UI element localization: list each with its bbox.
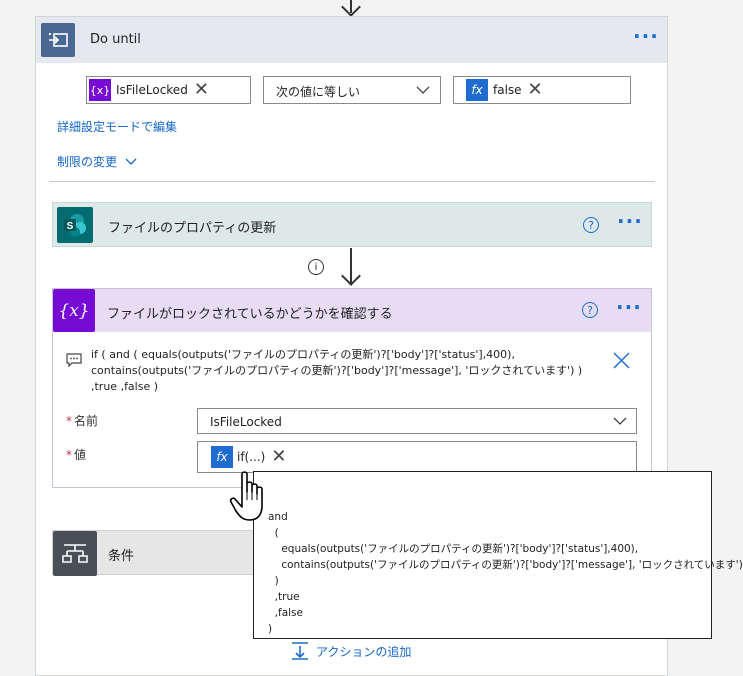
condition-title: 条件 [108, 549, 135, 564]
tooltip-line: contains(outputs('ファイルのプロパティの更新')?['body… [268, 559, 743, 571]
operator-dropdown[interactable]: 次の値に等しい [263, 76, 441, 104]
variable-name-dropdown[interactable]: IsFileLocked [197, 408, 637, 434]
sharepoint-icon: S [57, 207, 93, 243]
remove-token-icon[interactable]: ✕ [271, 448, 286, 466]
token-label[interactable]: if(...) [233, 450, 271, 464]
add-action-icon [292, 642, 308, 660]
more-options-icon[interactable]: ··· [633, 24, 659, 48]
comment-text[interactable]: if ( and ( equals(outputs('ファイルのプロパティの更新… [91, 347, 601, 395]
sharepoint-action-card[interactable]: S ファイルのプロパティの更新 ? ··· [52, 202, 652, 247]
tooltip-line: ,false [268, 607, 303, 619]
condition-right-input[interactable]: fx false ✕ [453, 76, 631, 104]
condition-left-input[interactable]: {x} IsFileLocked ✕ [86, 76, 251, 104]
tooltip-line: ) [268, 623, 273, 635]
svg-text:S: S [67, 221, 74, 232]
set-variable-header[interactable]: {x} ファイルがロックされているかどうかを確認する ? ··· [53, 289, 651, 332]
token-label: false [493, 83, 522, 97]
chevron-down-icon [416, 86, 430, 94]
add-action-label: アクションの追加 [316, 644, 412, 659]
expression-icon: fx [211, 446, 233, 468]
tooltip-line: ( [268, 527, 279, 539]
comment-line: ,true ,false ) [91, 380, 159, 393]
comment-icon [66, 353, 82, 367]
advanced-mode-link[interactable]: 詳細設定モードで編集 [57, 118, 177, 135]
tooltip-line: ,true [268, 591, 300, 603]
tooltip-text: and ( equals(outputs('ファイルのプロパティの更新')?['… [268, 509, 743, 637]
expression-tooltip: and ( equals(outputs('ファイルのプロパティの更新')?['… [253, 471, 743, 639]
comment-line: if ( and ( equals(outputs('ファイルのプロパティの更新… [91, 348, 515, 361]
comment-line: contains(outputs('ファイルのプロパティの更新')?['body… [91, 364, 583, 377]
chevron-down-icon [613, 417, 627, 425]
tooltip-line: and [268, 511, 288, 523]
arrow-down-icon [341, 0, 361, 17]
condition-action-card[interactable]: 条件 [52, 530, 272, 576]
info-icon[interactable]: i [308, 259, 324, 275]
remove-token-icon[interactable]: ✕ [194, 81, 209, 99]
help-icon[interactable]: ? [583, 217, 599, 233]
more-options-icon[interactable]: ··· [617, 209, 643, 233]
tooltip-line: ) [268, 575, 279, 587]
do-until-title: Do until [90, 32, 141, 47]
more-options-icon[interactable]: ··· [616, 295, 642, 319]
variable-name-value: IsFileLocked [210, 415, 282, 429]
help-icon[interactable]: ? [582, 302, 598, 318]
variable-value-input[interactable]: fx if(...) ✕ [197, 441, 637, 473]
do-until-icon [41, 23, 75, 57]
value-label: * 値 [66, 448, 87, 462]
change-limits-label: 制限の変更 [57, 155, 118, 169]
variable-icon: {x} [89, 79, 111, 101]
sharepoint-action-title: ファイルのプロパティの更新 [108, 221, 277, 236]
do-until-header[interactable]: Do until ··· [36, 17, 667, 63]
chevron-down-icon [125, 158, 137, 165]
close-comment-icon[interactable] [613, 352, 630, 369]
name-label: * 名前 [66, 414, 99, 428]
add-action-button[interactable]: アクションの追加 [290, 641, 411, 661]
condition-icon [53, 531, 97, 576]
operator-value: 次の値に等しい [276, 85, 361, 99]
tooltip-line: equals(outputs('ファイルのプロパティの更新')?['body']… [268, 543, 639, 555]
token-label: IsFileLocked [116, 83, 188, 97]
divider [49, 181, 655, 182]
remove-token-icon[interactable]: ✕ [528, 81, 543, 99]
variable-icon: {x} [53, 289, 95, 332]
hand-cursor-icon [229, 471, 263, 521]
expression-icon: fx [466, 79, 488, 101]
set-variable-title: ファイルがロックされているかどうかを確認する [107, 307, 393, 322]
change-limits-link[interactable]: 制限の変更 [57, 153, 137, 170]
